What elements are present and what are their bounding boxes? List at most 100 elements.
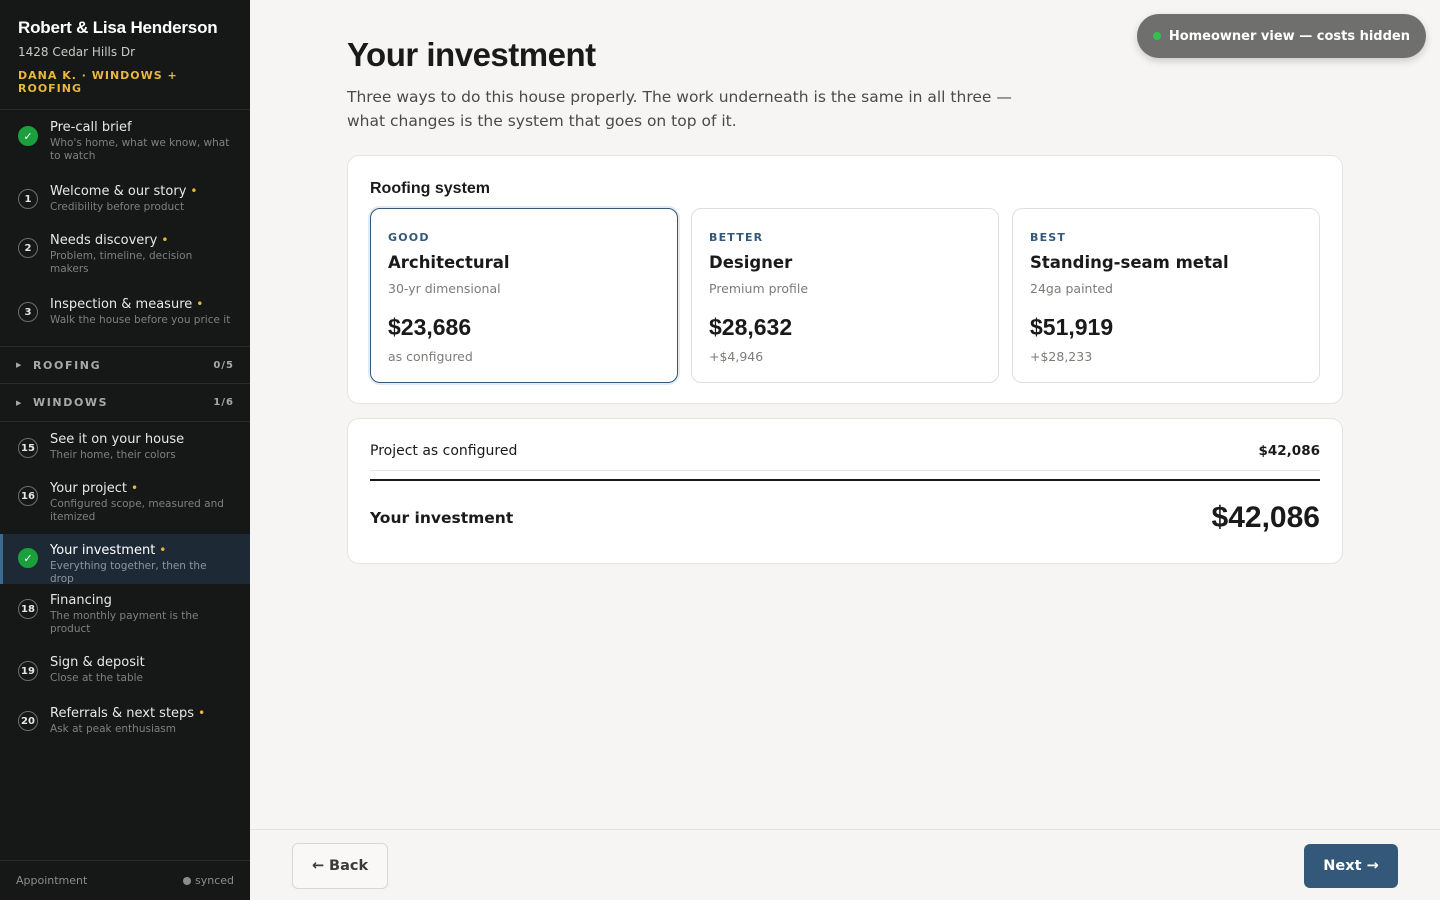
unread-dot: • [190,184,198,198]
tier-price: $23,686 [388,314,472,340]
step-referrals[interactable]: 20 Referrals & next steps • Ask at peak e… [0,697,250,747]
tier-level: BETTER [709,231,764,244]
sync-dot-icon [182,876,191,885]
tier-better[interactable]: BETTER Designer Premium profile $28,632 … [691,208,999,383]
step-number: 3 [18,302,38,322]
card-title: Roofing system [370,180,491,197]
step-subtitle: Close at the table [50,672,143,684]
tier-good[interactable]: GOOD Architectural 30-yr dimensional $23… [370,208,678,383]
step-title: Referrals & next steps • [50,706,206,721]
unread-dot: • [198,706,206,720]
project-line-item: Project as configured $42,086 [370,443,1320,471]
step-title: Financing [50,593,112,608]
step-number: 1 [18,189,38,209]
step-pre-call-brief[interactable]: ✓ Pre-call brief Who's home, what we kno… [0,110,250,174]
homeowner-view-toggle[interactable]: Homeowner view — costs hidden [1136,14,1426,58]
tier-delta: as configured [388,349,473,364]
unread-dot: • [131,481,139,495]
page-subtitle: Three ways to do this house properly. Th… [347,88,1012,130]
client-header: Robert & Lisa Henderson 1428 Cedar Hills… [0,0,250,110]
tier-price: $51,919 [1030,314,1114,340]
step-your-project[interactable]: 16 Your project • Configured scope, measu… [0,472,250,534]
line-amount: $42,086 [1258,443,1321,459]
step-your-investment[interactable]: ✓ Your investment • Everything together, … [0,534,250,585]
step-subtitle: Credibility before product [50,201,185,213]
investment-summary-card: Project as configured $42,086 Your inves… [347,418,1343,564]
step-subtitle: Who's home, what we know, what to watch [50,137,230,162]
step-subtitle: The monthly payment is the product [50,610,199,635]
total-divider [370,479,1320,481]
step-subtitle: Everything together, then the drop [50,560,207,585]
tier-level: GOOD [388,231,430,244]
step-title: Inspection & measure • [50,297,204,312]
tier-delta: +$4,946 [709,349,764,364]
sidebar-footer: Appointment synced [0,860,250,900]
check-icon: ✓ [18,548,38,568]
step-financing[interactable]: 18 Financing The monthly payment is the … [0,584,250,647]
step-title: Welcome & our story • [50,184,198,199]
caret-right-icon: ▶ [16,361,23,369]
investment-total-row: Your investment $42,086 [370,501,1320,535]
unread-dot: • [159,543,167,557]
tier-options: GOOD Architectural 30-yr dimensional $23… [370,208,1320,383]
appointment-label: Appointment [16,874,88,887]
next-button[interactable]: Next → [1304,844,1398,888]
status-dot-icon [1152,32,1161,40]
tier-description: 30-yr dimensional [388,281,501,296]
group-roofing[interactable]: ▶ ROOFING 0/5 [0,346,250,384]
homeowner-view-label: Homeowner view — costs hidden [1168,28,1410,44]
step-number: 20 [18,711,38,731]
step-subtitle: Ask at peak enthusiasm [50,723,176,735]
tier-description: 24ga painted [1030,281,1113,296]
step-number: 19 [18,661,38,681]
tier-delta: +$28,233 [1030,349,1093,364]
step-title: Sign & deposit [50,655,145,670]
sidebar: Robert & Lisa Henderson 1428 Cedar Hills… [0,0,250,900]
navigation-footer: ← Back Next → [250,829,1440,900]
client-address: 1428 Cedar Hills Dr [18,45,136,59]
step-welcome[interactable]: 1 Welcome & our story • Credibility befor… [0,174,250,224]
group-label: WINDOWS [32,396,109,409]
rep-line: DANA K. · WINDOWS + ROOFING [18,69,178,95]
step-title: See it on your house [50,432,185,447]
group-count: 1/6 [213,397,234,408]
group-count: 0/5 [213,359,234,371]
sync-status: synced [182,874,234,887]
main-content: Homeowner view — costs hidden Your inves… [250,0,1440,900]
unread-dot: • [161,233,169,247]
step-see-it[interactable]: 15 See it on your house Their home, thei… [0,422,250,472]
step-number: 18 [18,599,38,619]
page-title: Your investment [347,36,596,73]
investment-label: Your investment [370,509,514,527]
unread-dot: • [196,297,204,311]
tier-level: BEST [1030,231,1067,244]
step-subtitle: Configured scope, measured and itemized [50,498,224,523]
step-list: ✓ Pre-call brief Who's home, what we kno… [0,110,250,860]
step-subtitle: Their home, their colors [50,449,176,461]
step-number: 2 [18,238,38,258]
step-number: 15 [18,438,38,458]
check-icon: ✓ [18,126,38,146]
tier-description: Premium profile [709,281,809,296]
roofing-system-card: Roofing system GOOD Architectural 30-yr … [347,155,1343,404]
step-title: Pre-call brief [50,120,132,135]
group-windows[interactable]: ▶ WINDOWS 1/6 [0,384,250,422]
step-inspection[interactable]: 3 Inspection & measure • Walk the house b… [0,288,250,346]
step-subtitle: Walk the house before you price it [50,314,231,326]
step-sign-deposit[interactable]: 19 Sign & deposit Close at the table [0,647,250,697]
tier-best[interactable]: BEST Standing-seam metal 24ga painted $5… [1012,208,1320,383]
step-needs-discovery[interactable]: 2 Needs discovery • Problem, timeline, de… [0,224,250,288]
tier-name: Architectural [388,253,510,272]
step-title: Your investment • [50,543,167,558]
investment-amount: $42,086 [1211,501,1320,534]
step-title: Your project • [50,481,139,496]
tier-name: Standing-seam metal [1030,253,1229,272]
tier-price: $28,632 [709,314,793,340]
back-button[interactable]: ← Back [292,843,388,889]
tier-name: Designer [709,253,793,272]
step-number: 16 [18,486,38,506]
step-subtitle: Problem, timeline, decision makers [50,250,193,275]
caret-right-icon: ▶ [16,398,23,407]
line-label: Project as configured [370,443,518,459]
client-name: Robert & Lisa Henderson [18,18,218,37]
